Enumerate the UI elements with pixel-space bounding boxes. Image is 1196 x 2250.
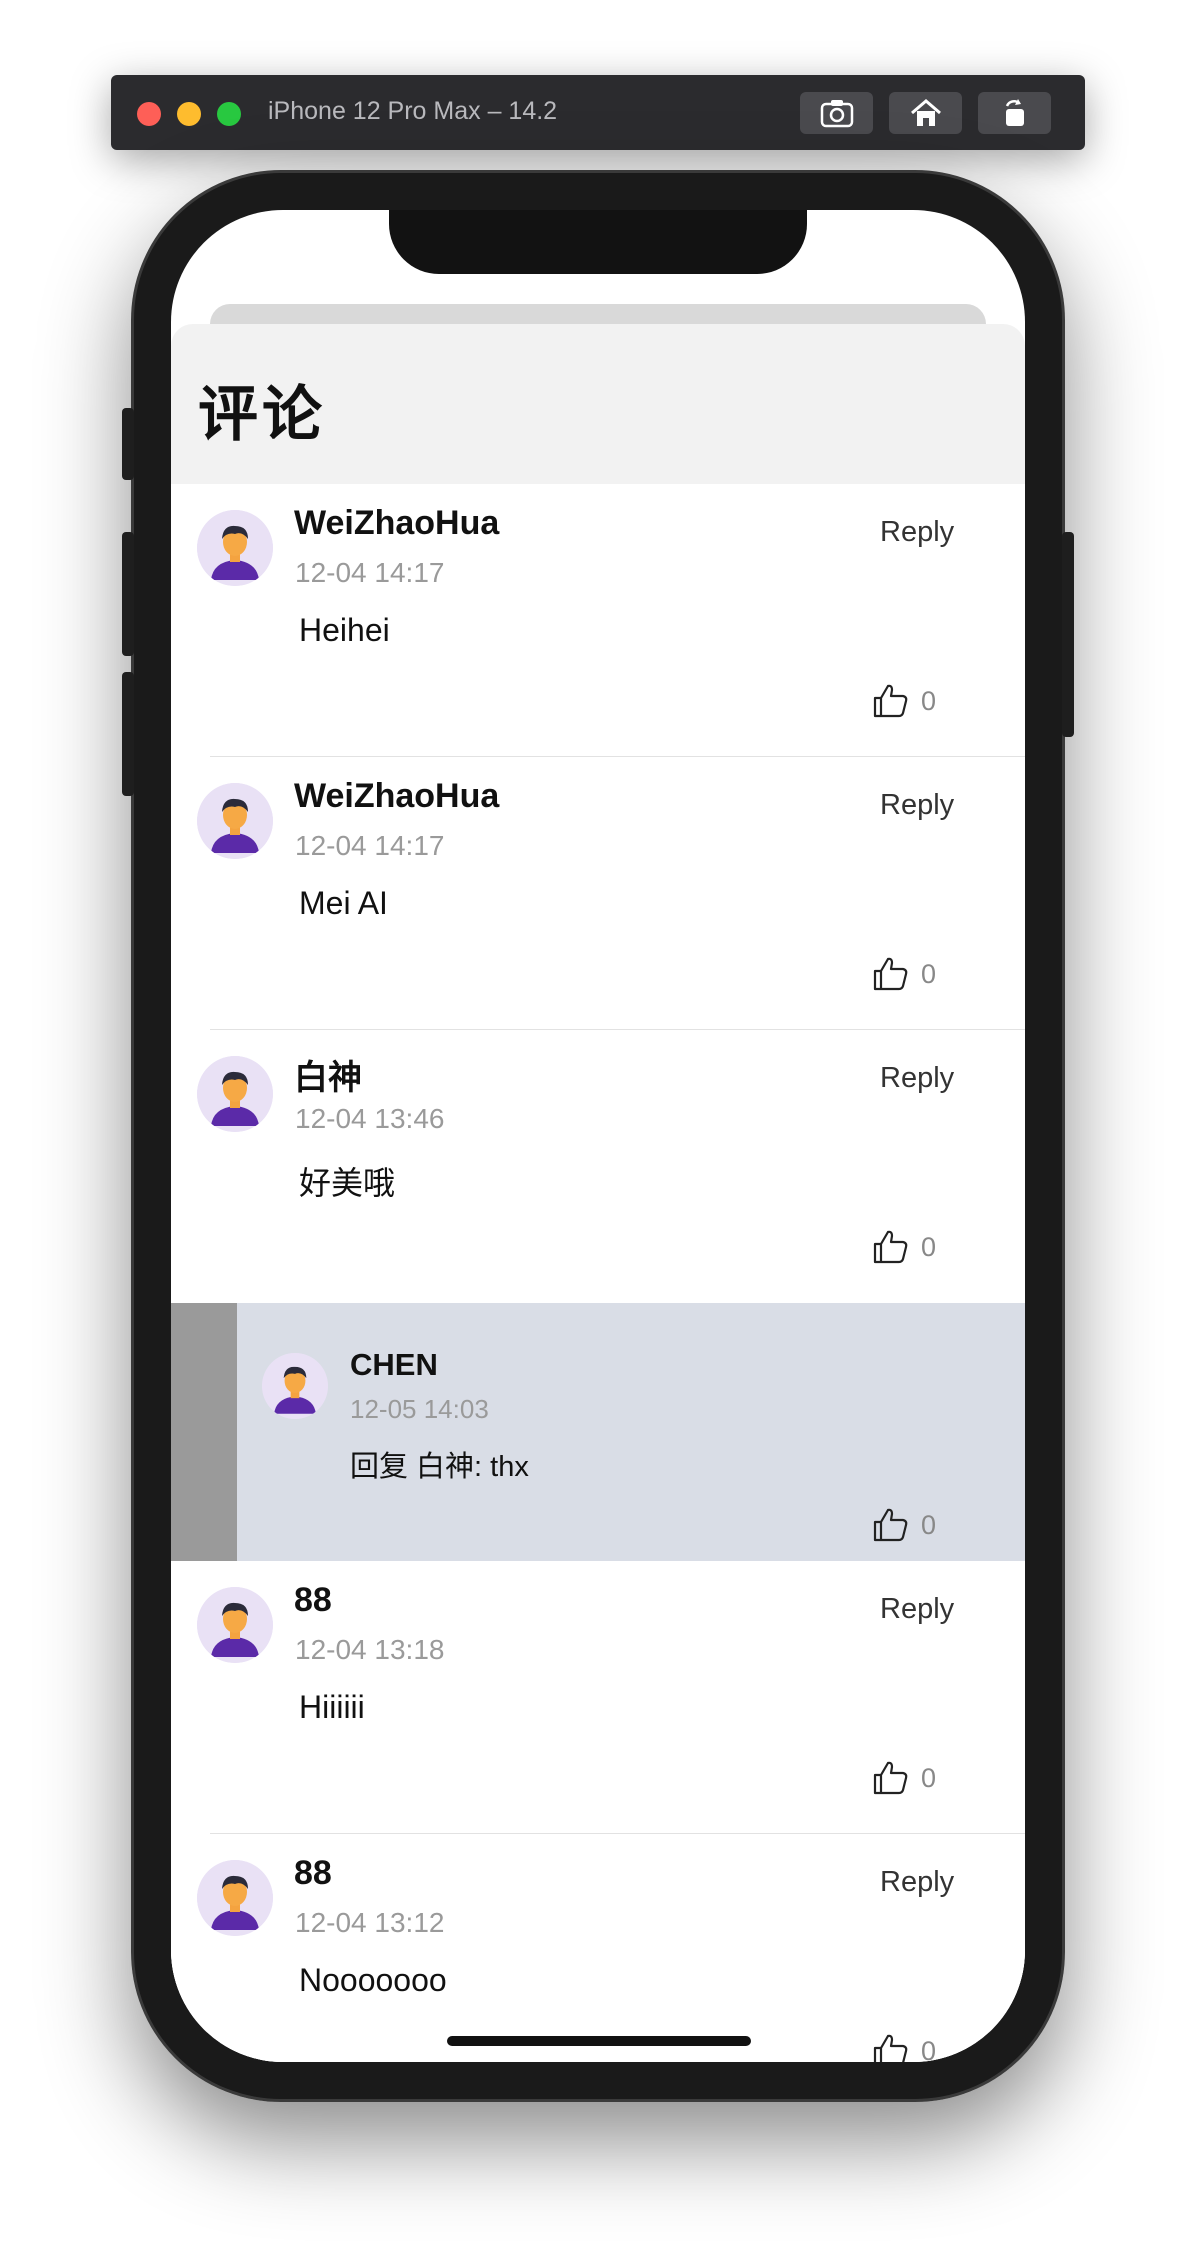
comments-sheet: 评论 WeiZhaoHua 12-04 14:17 Heihei Reply 0… (171, 324, 1025, 2062)
comment-text: Mei AI (299, 885, 388, 921)
like-count: 0 (921, 2035, 937, 2063)
avatar[interactable] (197, 1056, 273, 1132)
thumbs-up-icon (873, 957, 908, 991)
like-count: 0 (921, 685, 937, 716)
like-button[interactable]: 0 (871, 682, 936, 720)
reply-text: 回复 白神: thx (350, 1451, 529, 1483)
user-avatar-icon (197, 783, 273, 859)
mute-switch[interactable] (122, 408, 134, 480)
comment-username: 白神 (294, 1059, 362, 1097)
notch (389, 210, 807, 274)
avatar[interactable] (197, 510, 273, 586)
like-button[interactable]: 0 (871, 1228, 936, 1266)
like-button[interactable]: 0 (871, 1759, 936, 1797)
like-count: 0 (921, 1509, 937, 1540)
reply-button[interactable]: Reply (880, 789, 954, 822)
comment-item[interactable]: WeiZhaoHua 12-04 14:17 Heihei Reply 0 (171, 484, 1025, 757)
like-count: 0 (921, 1231, 937, 1262)
comment-timestamp: 12-04 13:18 (295, 1634, 445, 1665)
comment-username: 88 (294, 1581, 332, 1619)
home-button[interactable] (889, 92, 962, 134)
comment-text: Heihei (299, 612, 390, 648)
comment-item[interactable]: 88 12-04 13:12 Nooooooo Reply 0 (171, 1834, 1025, 2062)
reply-button[interactable]: Reply (880, 1593, 954, 1626)
like-count: 0 (921, 1762, 937, 1793)
comment-timestamp: 12-04 14:17 (295, 557, 445, 588)
page-title: 评论 (198, 381, 326, 448)
screenshot-button[interactable] (800, 92, 873, 134)
reply-button[interactable]: Reply (880, 516, 954, 549)
thumbs-up-icon (873, 1508, 908, 1542)
volume-down-button[interactable] (122, 672, 134, 796)
zoom-window-button[interactable] (217, 102, 241, 126)
thumbs-up-icon (873, 1761, 908, 1795)
screenshot-icon (820, 100, 853, 128)
thumbs-up-icon (873, 684, 908, 718)
home-icon (910, 99, 941, 126)
avatar[interactable] (262, 1353, 328, 1419)
reply-button[interactable]: Reply (880, 1062, 954, 1095)
comment-text: Hiiiiii (299, 1689, 365, 1725)
comment-timestamp: 12-04 14:17 (295, 830, 445, 861)
close-window-button[interactable] (137, 102, 161, 126)
rotate-icon (1005, 99, 1024, 126)
simulator-title-bar: iPhone 12 Pro Max – 14.2 (111, 75, 1085, 150)
user-avatar-icon (197, 1587, 273, 1663)
sheet-header: 评论 (171, 324, 1025, 484)
user-avatar-icon (197, 1860, 273, 1936)
comment-text: 好美哦 (299, 1165, 396, 1201)
comment-item[interactable]: 88 12-04 13:18 Hiiiiii Reply 0 (171, 1561, 1025, 1834)
thumbs-up-icon (873, 2034, 908, 2062)
like-button[interactable]: 0 (871, 1506, 936, 1544)
like-button[interactable]: 0 (871, 2032, 936, 2062)
comment-username: WeiZhaoHua (294, 777, 500, 815)
simulator-title: iPhone 12 Pro Max – 14.2 (268, 97, 558, 125)
reply-username: CHEN (350, 1347, 438, 1382)
comment-timestamp: 12-04 13:12 (295, 1907, 445, 1938)
avatar[interactable] (197, 1587, 273, 1663)
avatar[interactable] (197, 1860, 273, 1936)
reply-indent-bar (171, 1303, 237, 1561)
comment-item[interactable]: WeiZhaoHua 12-04 14:17 Mei AI Reply 0 (171, 757, 1025, 1030)
user-avatar-icon (197, 510, 273, 586)
rotate-button[interactable] (978, 92, 1051, 134)
comment-text: Nooooooo (299, 1962, 447, 1998)
comment-username: WeiZhaoHua (294, 504, 500, 542)
side-button[interactable] (1062, 532, 1074, 737)
reply-item[interactable]: CHEN 12-05 14:03 回复 白神: thx 0 (171, 1303, 1025, 1561)
like-count: 0 (921, 958, 937, 989)
avatar[interactable] (197, 783, 273, 859)
minimize-window-button[interactable] (177, 102, 201, 126)
device-screen: 评论 WeiZhaoHua 12-04 14:17 Heihei Reply 0… (171, 210, 1025, 2062)
reply-timestamp: 12-05 14:03 (350, 1394, 489, 1424)
reply-button[interactable]: Reply (880, 1866, 954, 1899)
comment-username: 88 (294, 1854, 332, 1892)
home-indicator[interactable] (447, 2036, 751, 2046)
user-avatar-icon (262, 1353, 328, 1419)
comment-timestamp: 12-04 13:46 (295, 1103, 445, 1134)
thumbs-up-icon (873, 1230, 908, 1264)
volume-up-button[interactable] (122, 532, 134, 656)
like-button[interactable]: 0 (871, 955, 936, 993)
user-avatar-icon (197, 1056, 273, 1132)
comment-item[interactable]: 白神 12-04 13:46 好美哦 Reply 0 (171, 1030, 1025, 1303)
